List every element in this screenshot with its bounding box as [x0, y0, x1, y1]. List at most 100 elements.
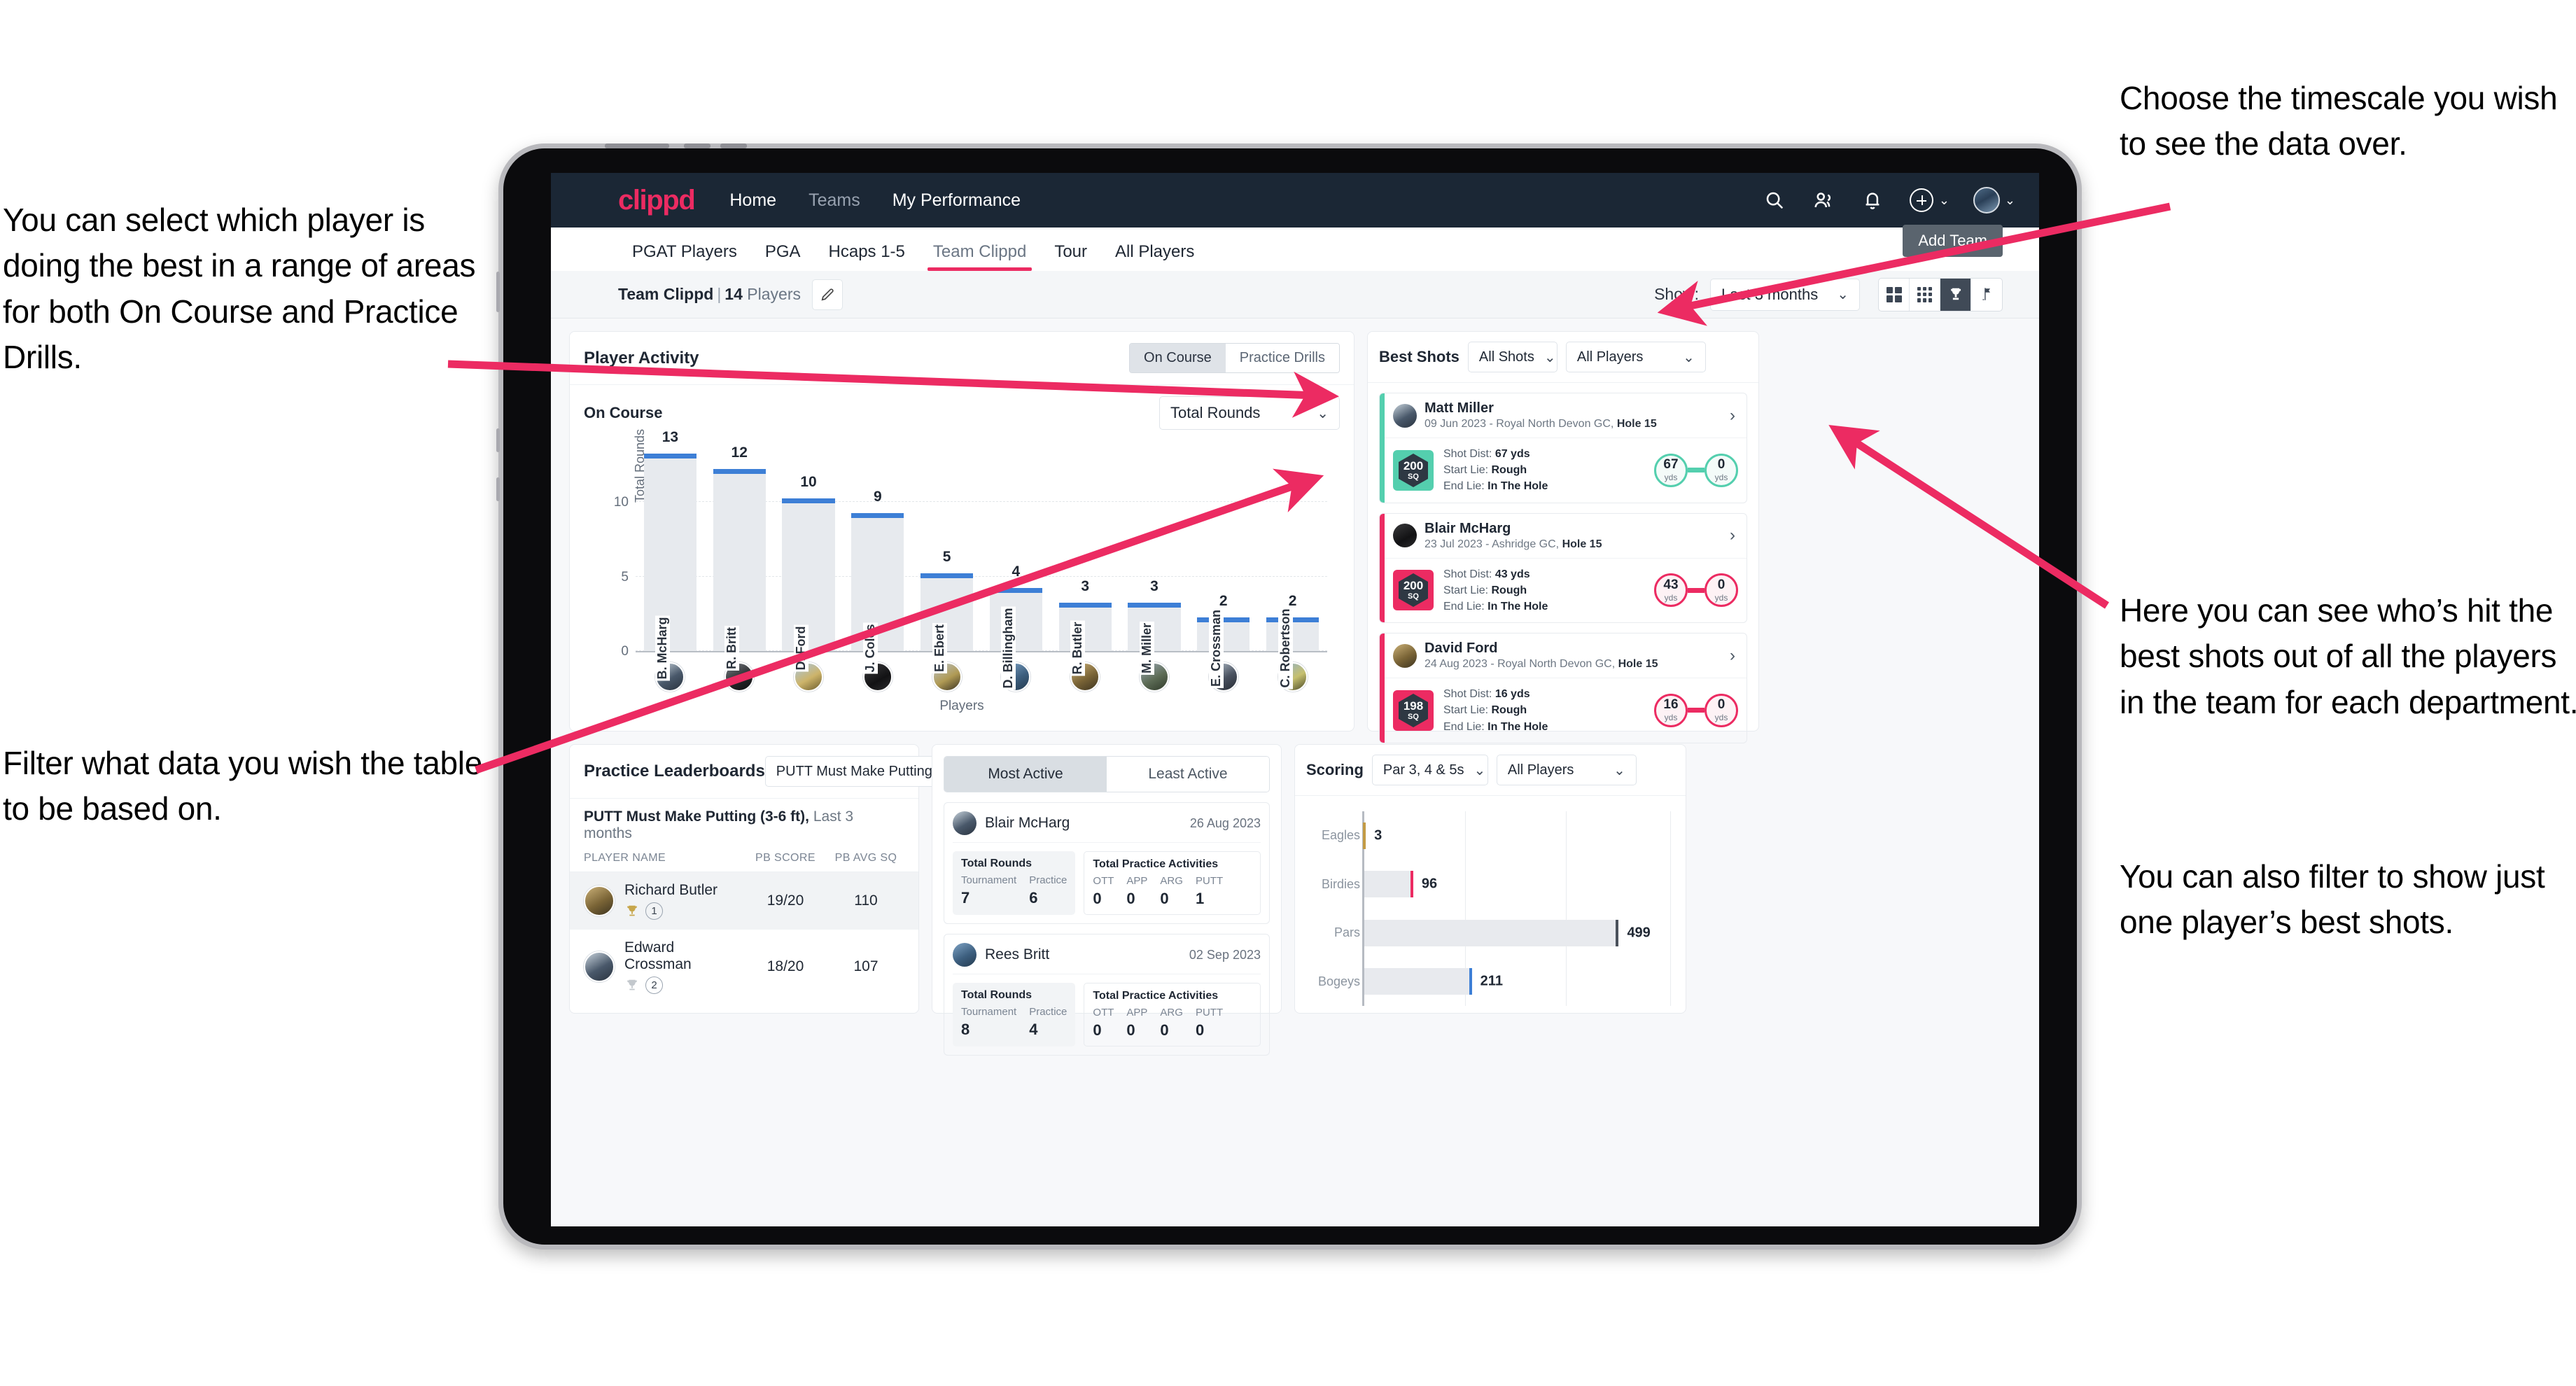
best-shot-card[interactable]: Matt Miller 09 Jun 2023 - Royal North Dev… [1379, 393, 1747, 503]
best-shots-player-filter[interactable]: All Players ⌄ [1565, 342, 1706, 372]
activity-player-card[interactable]: Rees Britt 02 Sep 2023 Total Rounds Tournam… [944, 934, 1270, 1056]
chevron-right-icon[interactable]: › [1730, 646, 1738, 666]
search-icon[interactable] [1762, 188, 1787, 213]
practice-leaderboards-card: Practice Leaderboards PUTT Must Make Put… [569, 744, 969, 1014]
chart-bar-column[interactable]: 3 R. Butler [1051, 442, 1120, 676]
chart-bar-column[interactable]: 9 J. Coles [843, 442, 912, 674]
chart-bar-cap [1128, 603, 1181, 608]
chart-bar-column[interactable]: 5 E. Ebert [912, 442, 981, 674]
scoring-bar-value: 499 [1627, 925, 1651, 941]
chevron-down-icon: ⌄ [1837, 287, 1849, 302]
best-shot-card[interactable]: Blair McHarg 23 Jul 2023 - Ashridge GC, H… [1379, 512, 1747, 624]
table-row[interactable]: Edward Crossman 2 18/20 107 [570, 930, 918, 1004]
avatar[interactable] [584, 951, 615, 982]
practice-activities-box: Total Practice Activities OTT 0 APP 0 ARG 0 PUT… [1084, 851, 1261, 915]
view-trophy-button[interactable] [1940, 278, 1971, 311]
chart-bar-column[interactable]: 4 D. Billingham [981, 442, 1051, 690]
avatar[interactable] [1973, 187, 2000, 214]
practice-leaderboards-subtitle: PUTT Must Make Putting (3-6 ft), Last 3 … [570, 799, 918, 842]
stat-key: APP [1126, 1007, 1148, 1018]
device-button-side-2 [496, 428, 500, 452]
avatar[interactable] [584, 886, 615, 916]
scoring-par-filter[interactable]: Par 3, 4 & 5s ⌄ [1371, 755, 1488, 785]
avatar[interactable] [953, 811, 976, 835]
chevron-right-icon[interactable]: › [1730, 526, 1738, 545]
stat-key: Practice [1029, 1006, 1068, 1018]
scoring-chart: Eagles 3 Birdies 96 Pars 499 Bogeys 211 [1295, 796, 1686, 1006]
sub-header: Team Clippd | 14 Players Show: Last 3 mont… [551, 271, 2039, 318]
stat-value: 0 [1126, 1021, 1135, 1039]
metric-select[interactable]: Total Rounds ⌄ [1159, 396, 1340, 430]
people-icon[interactable] [1811, 188, 1836, 213]
player-activity-chart: Total Rounds 0 5 10 13 B. McHarg 12 R. Britt 1… [570, 429, 1354, 731]
stat-value: 0 [1093, 890, 1102, 907]
scoring-row[interactable]: Pars 499 [1334, 919, 1670, 946]
chart-bar-value: 4 [1011, 563, 1021, 580]
chart-bar-value: 5 [942, 548, 951, 565]
tablet-device-frame: clippd Home Teams My Performance ⌄ ⌄ PGA… [496, 144, 2082, 1250]
chevron-down-icon-avatar[interactable]: ⌄ [2005, 193, 2015, 208]
chart-bar-column[interactable]: 10 D. Ford [774, 442, 844, 672]
chart-bar-column[interactable]: 12 R. Britt [705, 442, 774, 671]
chevron-right-icon[interactable]: › [1730, 406, 1738, 426]
drill-select[interactable]: PUTT Must Make Putting ... ⌄ [764, 756, 969, 787]
avatar[interactable] [1393, 403, 1417, 428]
scoring-row[interactable]: Bogeys 211 [1318, 968, 1670, 995]
add-team-button[interactable]: Add Team [1903, 225, 2003, 257]
plus-circle-icon[interactable] [1909, 188, 1934, 213]
view-toggle-group [1878, 277, 2003, 312]
view-grid-9-button[interactable] [1910, 278, 1940, 311]
best-shots-shot-filter[interactable]: All Shots ⌄ [1467, 342, 1558, 372]
chart-bar-label: E. Crossman [1208, 608, 1224, 689]
clippd-logo[interactable]: clippd [618, 185, 696, 216]
column-player-name: PLAYER NAME [584, 852, 666, 864]
scoring-player-filter[interactable]: All Players ⌄ [1496, 755, 1637, 785]
chart-bar-column[interactable]: 13 B. McHarg [636, 429, 705, 681]
dashboard-row-1: Player Activity On Course Practice Drill… [569, 331, 2021, 743]
scoring-row[interactable]: Birdies 96 [1322, 871, 1670, 898]
chart-bar-column[interactable]: 2 C. Robertson [1258, 442, 1327, 690]
nav-link-my-performance[interactable]: My Performance [892, 190, 1021, 211]
shot-start-unit: yds [1664, 472, 1678, 483]
chart-bar-column[interactable]: 2 E. Crossman [1189, 442, 1258, 689]
tab-pgat-players[interactable]: PGAT Players [618, 242, 751, 271]
bell-icon[interactable] [1860, 188, 1885, 213]
view-flag-button[interactable] [1971, 279, 2002, 311]
hexagon-icon: 198 SQ [1397, 693, 1429, 728]
chart-bar-column[interactable]: 3 M. Miller [1120, 442, 1189, 676]
nav-link-home[interactable]: Home [729, 190, 776, 211]
tab-pga[interactable]: PGA [751, 242, 815, 271]
scoring-row[interactable]: Eagles 3 [1322, 822, 1670, 849]
chart-bar-label: J. Coles [862, 622, 878, 674]
best-shot-body: David Ford 24 Aug 2023 - Royal North Devo… [1385, 634, 1746, 743]
shot-start-value: 67 [1663, 457, 1679, 472]
chart-bar: 10 D. Ford [782, 474, 835, 672]
best-shots-card: Best Shots All Shots ⌄ All Players ⌄ Mat… [1367, 331, 1759, 743]
tab-all-players[interactable]: All Players [1101, 242, 1208, 271]
nav-link-teams[interactable]: Teams [808, 190, 860, 211]
pencil-icon[interactable] [811, 279, 843, 310]
best-shot-body: Blair McHarg 23 Jul 2023 - Ashridge GC, H… [1385, 514, 1746, 623]
avatar[interactable] [953, 943, 976, 967]
view-grid-4-button[interactable] [1879, 278, 1910, 311]
tab-least-active[interactable]: Least Active [1107, 757, 1269, 792]
shot-quality-badge: 198 SQ [1393, 690, 1434, 731]
table-row[interactable]: Richard Butler 1 19/20 110 [570, 872, 918, 930]
best-shot-hole: Hole 15 [1562, 538, 1602, 550]
best-shots-shot-filter-value: All Shots [1478, 349, 1534, 365]
activity-player-card[interactable]: Blair McHarg 26 Aug 2023 Total Rounds Tourn… [944, 802, 1270, 924]
tab-most-active[interactable]: Most Active [944, 757, 1107, 792]
tab-team-clippd[interactable]: Team Clippd [919, 242, 1040, 271]
stat-column: OTT 0 [1093, 1007, 1114, 1040]
stat-value: 6 [1029, 889, 1038, 906]
avatar[interactable] [1393, 524, 1417, 548]
best-shot-card[interactable]: David Ford 24 Aug 2023 - Royal North Devo… [1379, 633, 1747, 743]
tab-tour[interactable]: Tour [1040, 242, 1101, 271]
segment-on-course[interactable]: On Course [1130, 344, 1226, 372]
tab-hcaps-1-5[interactable]: Hcaps 1-5 [815, 242, 919, 271]
avatar[interactable] [1393, 643, 1417, 668]
timescale-select[interactable]: Last 3 months ⌄ [1710, 278, 1860, 311]
chevron-down-icon-plus[interactable]: ⌄ [1939, 193, 1949, 208]
segment-practice-drills[interactable]: Practice Drills [1225, 344, 1339, 372]
chart-bar-cap [782, 498, 835, 504]
